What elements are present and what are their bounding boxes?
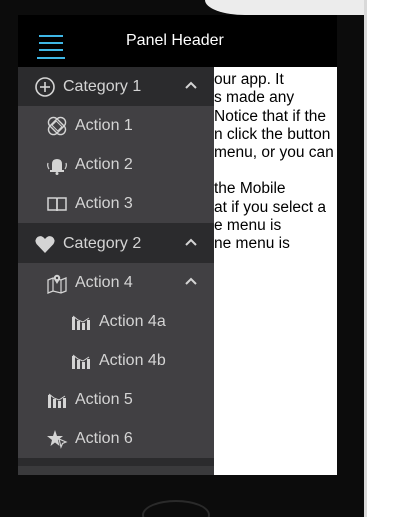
panel-title: Panel Header (126, 32, 224, 49)
bar-chart-icon (70, 350, 92, 372)
action-6-label: Action 6 (75, 429, 133, 447)
action-4a-label: Action 4a (99, 312, 166, 330)
action-6-item[interactable]: Action 6 (18, 419, 214, 458)
text-line: the Mobile (214, 180, 286, 198)
action-5-item[interactable]: Action 5 (18, 380, 214, 419)
action-2-label: Action 2 (75, 155, 133, 173)
action-4b-item[interactable]: Action 4b (18, 341, 214, 380)
action-4-label: Action 4 (75, 273, 133, 291)
phone-reflection (205, 0, 364, 15)
chevron-up-icon[interactable] (184, 274, 198, 288)
bar-chart-icon (70, 311, 92, 333)
bandage-icon (46, 115, 68, 137)
paragraph-2: the Mobile at if you select a e menu is … (214, 180, 337, 253)
text-line: our app. It (214, 71, 284, 88)
action-3-item[interactable]: Action 3 (18, 184, 214, 223)
plus-circle-icon (34, 76, 56, 98)
action-1-label: Action 1 (75, 116, 133, 134)
action-4a-item[interactable]: Action 4a (18, 302, 214, 341)
heart-icon (34, 233, 56, 255)
category-1-item[interactable]: Category 1 (18, 67, 214, 106)
bar-chart-icon (46, 389, 68, 411)
hamburger-icon[interactable] (37, 35, 65, 59)
text-line: Notice that if the (214, 107, 327, 125)
page-content: our app. It s made any Notice that if th… (214, 71, 337, 272)
app-screen: our app. It s made any Notice that if th… (18, 15, 337, 475)
side-panel: Category 1 Action 1 Action 2 Action 3 Ca… (18, 67, 214, 475)
text-line: ne menu is (214, 235, 290, 253)
action-4-item[interactable]: Action 4 (18, 263, 214, 302)
action-2-item[interactable]: Action 2 (18, 145, 214, 184)
action-5-label: Action 5 (75, 390, 133, 408)
book-icon (46, 193, 68, 215)
text-line: e menu is (214, 217, 282, 235)
map-pin-icon (46, 272, 68, 294)
phone-edge (364, 0, 367, 517)
text-line: at if you select a (214, 198, 327, 216)
text-line: n click the button (214, 125, 331, 143)
text-line: menu, or you can (214, 144, 334, 162)
category-2-item[interactable]: Category 2 (18, 224, 214, 263)
action-4b-label: Action 4b (99, 351, 166, 369)
star-cursor-icon (46, 428, 68, 450)
chevron-up-icon[interactable] (184, 235, 198, 249)
action-1-item[interactable]: Action 1 (18, 106, 214, 145)
chevron-up-icon[interactable] (184, 78, 198, 92)
action-3-label: Action 3 (75, 194, 133, 212)
panel-header: Panel Header (18, 15, 337, 67)
category-2-label: Category 2 (63, 234, 142, 252)
bell-icon (46, 154, 68, 176)
text-line: s made any (214, 89, 295, 107)
paragraph-1: our app. It s made any Notice that if th… (214, 71, 337, 162)
category-1-label: Category 1 (63, 77, 142, 95)
